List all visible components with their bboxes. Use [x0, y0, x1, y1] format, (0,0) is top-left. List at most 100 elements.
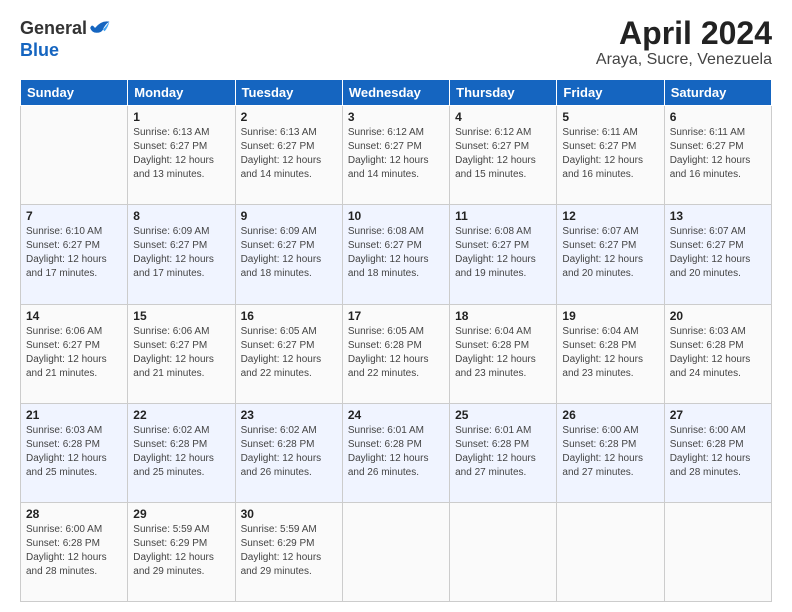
- day-number: 11: [455, 209, 551, 223]
- day-number: 5: [562, 110, 658, 124]
- day-number: 4: [455, 110, 551, 124]
- day-info: Sunrise: 6:00 AMSunset: 6:28 PMDaylight:…: [562, 424, 658, 480]
- calendar-cell: 23 Sunrise: 6:02 AMSunset: 6:28 PMDayligh…: [235, 403, 342, 502]
- day-info: Sunrise: 6:07 AMSunset: 6:27 PMDaylight:…: [670, 225, 766, 281]
- weekday-header-sunday: Sunday: [21, 80, 128, 106]
- day-number: 28: [26, 507, 122, 521]
- weekday-header-monday: Monday: [128, 80, 235, 106]
- calendar-cell: [450, 502, 557, 601]
- day-info: Sunrise: 6:03 AMSunset: 6:28 PMDaylight:…: [670, 325, 766, 381]
- day-info: Sunrise: 6:06 AMSunset: 6:27 PMDaylight:…: [26, 325, 122, 381]
- weekday-header-friday: Friday: [557, 80, 664, 106]
- day-info: Sunrise: 6:05 AMSunset: 6:27 PMDaylight:…: [241, 325, 337, 381]
- day-info: Sunrise: 6:03 AMSunset: 6:28 PMDaylight:…: [26, 424, 122, 480]
- calendar-cell: 28 Sunrise: 6:00 AMSunset: 6:28 PMDayligh…: [21, 502, 128, 601]
- calendar-cell: 21 Sunrise: 6:03 AMSunset: 6:28 PMDayligh…: [21, 403, 128, 502]
- day-number: 29: [133, 507, 229, 521]
- day-number: 27: [670, 408, 766, 422]
- day-info: Sunrise: 6:10 AMSunset: 6:27 PMDaylight:…: [26, 225, 122, 281]
- logo: General Blue: [20, 16, 111, 61]
- calendar-week-5: 28 Sunrise: 6:00 AMSunset: 6:28 PMDayligh…: [21, 502, 772, 601]
- calendar-week-3: 14 Sunrise: 6:06 AMSunset: 6:27 PMDayligh…: [21, 304, 772, 403]
- day-info: Sunrise: 6:13 AMSunset: 6:27 PMDaylight:…: [133, 126, 229, 182]
- calendar-week-1: 1 Sunrise: 6:13 AMSunset: 6:27 PMDaylight…: [21, 106, 772, 205]
- calendar-cell: 1 Sunrise: 6:13 AMSunset: 6:27 PMDaylight…: [128, 106, 235, 205]
- calendar-cell: 18 Sunrise: 6:04 AMSunset: 6:28 PMDayligh…: [450, 304, 557, 403]
- day-info: Sunrise: 6:09 AMSunset: 6:27 PMDaylight:…: [241, 225, 337, 281]
- day-info: Sunrise: 6:01 AMSunset: 6:28 PMDaylight:…: [348, 424, 444, 480]
- day-info: Sunrise: 5:59 AMSunset: 6:29 PMDaylight:…: [241, 523, 337, 579]
- logo-bird-icon: [87, 16, 111, 40]
- day-number: 21: [26, 408, 122, 422]
- calendar-cell: 19 Sunrise: 6:04 AMSunset: 6:28 PMDayligh…: [557, 304, 664, 403]
- header: General Blue April 2024 Araya, Sucre, Ve…: [20, 16, 772, 69]
- calendar-cell: 29Sunrise: 5:59 AMSunset: 6:29 PMDayligh…: [128, 502, 235, 601]
- calendar-cell: 12Sunrise: 6:07 AMSunset: 6:27 PMDayligh…: [557, 205, 664, 304]
- weekday-header-saturday: Saturday: [664, 80, 771, 106]
- calendar-cell: 7 Sunrise: 6:10 AMSunset: 6:27 PMDaylight…: [21, 205, 128, 304]
- day-number: 20: [670, 309, 766, 323]
- calendar-cell: 4 Sunrise: 6:12 AMSunset: 6:27 PMDaylight…: [450, 106, 557, 205]
- calendar-cell: [21, 106, 128, 205]
- day-info: Sunrise: 6:12 AMSunset: 6:27 PMDaylight:…: [348, 126, 444, 182]
- day-number: 13: [670, 209, 766, 223]
- day-number: 18: [455, 309, 551, 323]
- weekday-header-row: SundayMondayTuesdayWednesdayThursdayFrid…: [21, 80, 772, 106]
- day-number: 7: [26, 209, 122, 223]
- day-info: Sunrise: 6:02 AMSunset: 6:28 PMDaylight:…: [133, 424, 229, 480]
- day-info: Sunrise: 6:07 AMSunset: 6:27 PMDaylight:…: [562, 225, 658, 281]
- calendar-cell: 20 Sunrise: 6:03 AMSunset: 6:28 PMDayligh…: [664, 304, 771, 403]
- day-number: 25: [455, 408, 551, 422]
- day-number: 17: [348, 309, 444, 323]
- title-block: April 2024 Araya, Sucre, Venezuela: [596, 16, 772, 69]
- day-info: Sunrise: 6:08 AMSunset: 6:27 PMDaylight:…: [348, 225, 444, 281]
- day-number: 1: [133, 110, 229, 124]
- calendar-cell: 27Sunrise: 6:00 AMSunset: 6:28 PMDayligh…: [664, 403, 771, 502]
- day-number: 2: [241, 110, 337, 124]
- calendar-cell: 9 Sunrise: 6:09 AMSunset: 6:27 PMDaylight…: [235, 205, 342, 304]
- calendar-cell: 8Sunrise: 6:09 AMSunset: 6:27 PMDaylight…: [128, 205, 235, 304]
- calendar-cell: 17 Sunrise: 6:05 AMSunset: 6:28 PMDayligh…: [342, 304, 449, 403]
- day-info: Sunrise: 6:13 AMSunset: 6:27 PMDaylight:…: [241, 126, 337, 182]
- day-number: 24: [348, 408, 444, 422]
- day-info: Sunrise: 6:04 AMSunset: 6:28 PMDaylight:…: [562, 325, 658, 381]
- calendar-cell: 13 Sunrise: 6:07 AMSunset: 6:27 PMDayligh…: [664, 205, 771, 304]
- weekday-header-thursday: Thursday: [450, 80, 557, 106]
- calendar-week-2: 7 Sunrise: 6:10 AMSunset: 6:27 PMDaylight…: [21, 205, 772, 304]
- day-info: Sunrise: 6:06 AMSunset: 6:27 PMDaylight:…: [133, 325, 229, 381]
- day-number: 22: [133, 408, 229, 422]
- calendar-table: SundayMondayTuesdayWednesdayThursdayFrid…: [20, 79, 772, 602]
- day-number: 26: [562, 408, 658, 422]
- calendar-cell: 25 Sunrise: 6:01 AMSunset: 6:28 PMDayligh…: [450, 403, 557, 502]
- calendar-cell: 5Sunrise: 6:11 AMSunset: 6:27 PMDaylight…: [557, 106, 664, 205]
- calendar-cell: [557, 502, 664, 601]
- day-number: 30: [241, 507, 337, 521]
- day-number: 9: [241, 209, 337, 223]
- calendar-cell: 15Sunrise: 6:06 AMSunset: 6:27 PMDayligh…: [128, 304, 235, 403]
- day-number: 6: [670, 110, 766, 124]
- day-info: Sunrise: 6:02 AMSunset: 6:28 PMDaylight:…: [241, 424, 337, 480]
- day-number: 23: [241, 408, 337, 422]
- day-number: 10: [348, 209, 444, 223]
- day-info: Sunrise: 6:01 AMSunset: 6:28 PMDaylight:…: [455, 424, 551, 480]
- location-title: Araya, Sucre, Venezuela: [596, 51, 772, 69]
- calendar-cell: 30 Sunrise: 5:59 AMSunset: 6:29 PMDayligh…: [235, 502, 342, 601]
- calendar-cell: 6Sunrise: 6:11 AMSunset: 6:27 PMDaylight…: [664, 106, 771, 205]
- day-info: Sunrise: 6:08 AMSunset: 6:27 PMDaylight:…: [455, 225, 551, 281]
- weekday-header-tuesday: Tuesday: [235, 80, 342, 106]
- calendar-cell: 11 Sunrise: 6:08 AMSunset: 6:27 PMDayligh…: [450, 205, 557, 304]
- day-info: Sunrise: 6:12 AMSunset: 6:27 PMDaylight:…: [455, 126, 551, 182]
- day-number: 19: [562, 309, 658, 323]
- calendar-cell: 22 Sunrise: 6:02 AMSunset: 6:28 PMDayligh…: [128, 403, 235, 502]
- calendar-cell: 16 Sunrise: 6:05 AMSunset: 6:27 PMDayligh…: [235, 304, 342, 403]
- day-info: Sunrise: 6:05 AMSunset: 6:28 PMDaylight:…: [348, 325, 444, 381]
- day-info: Sunrise: 6:09 AMSunset: 6:27 PMDaylight:…: [133, 225, 229, 281]
- day-info: Sunrise: 6:04 AMSunset: 6:28 PMDaylight:…: [455, 325, 551, 381]
- day-number: 16: [241, 309, 337, 323]
- calendar-cell: 14 Sunrise: 6:06 AMSunset: 6:27 PMDayligh…: [21, 304, 128, 403]
- day-info: Sunrise: 6:00 AMSunset: 6:28 PMDaylight:…: [26, 523, 122, 579]
- weekday-header-wednesday: Wednesday: [342, 80, 449, 106]
- page: General Blue April 2024 Araya, Sucre, Ve…: [0, 0, 792, 612]
- calendar-cell: 26 Sunrise: 6:00 AMSunset: 6:28 PMDayligh…: [557, 403, 664, 502]
- day-number: 14: [26, 309, 122, 323]
